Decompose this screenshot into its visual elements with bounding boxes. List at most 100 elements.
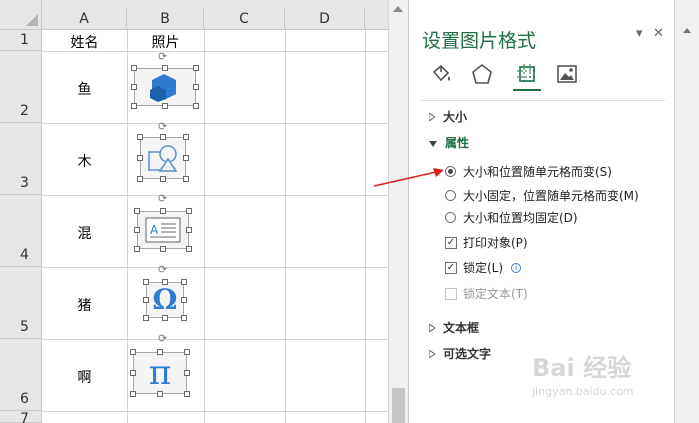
pane-scroll-strip[interactable] (674, 0, 699, 423)
resize-handle[interactable] (162, 279, 168, 285)
resize-handle[interactable] (137, 176, 143, 182)
picture-icon[interactable] (553, 60, 581, 88)
resize-handle[interactable] (193, 84, 199, 90)
section-textbox[interactable]: 文本框 (428, 319, 480, 336)
resize-handle[interactable] (181, 297, 187, 303)
row-header-6[interactable]: 6 (0, 339, 42, 411)
resize-handle[interactable] (157, 349, 163, 355)
pane-options-dropdown-icon[interactable]: ▾ (636, 26, 643, 41)
cell-b1-photo-header[interactable]: 照片 (127, 32, 204, 52)
resize-handle[interactable] (181, 279, 187, 285)
section-size[interactable]: 大小 (428, 108, 467, 125)
rotate-handle-icon[interactable]: ⟳ (158, 193, 167, 204)
cell-a3-name[interactable]: 木 (42, 151, 127, 171)
resize-handle[interactable] (137, 134, 143, 140)
info-icon[interactable]: i (511, 262, 522, 273)
option-print-object[interactable]: ✓ 打印对象(P) (445, 234, 528, 251)
resize-handle[interactable] (134, 246, 140, 252)
resize-handle[interactable] (186, 227, 192, 233)
resize-handle[interactable] (130, 370, 136, 376)
option-move-no-size[interactable]: 大小固定，位置随单元格而变(M) (445, 187, 639, 204)
resize-handle[interactable] (184, 349, 190, 355)
option-no-move[interactable]: 大小和位置均固定(D) (445, 209, 578, 226)
column-header-c[interactable]: C (204, 8, 285, 30)
resize-handle[interactable] (160, 246, 166, 252)
resize-handle[interactable] (181, 315, 187, 321)
resize-handle[interactable] (134, 208, 140, 214)
cell-a2-name[interactable]: 鱼 (42, 79, 127, 99)
resize-handle[interactable] (143, 279, 149, 285)
option-locked[interactable]: ✓ 锁定(L) i (445, 259, 522, 276)
row-header-4[interactable]: 4 (0, 195, 42, 267)
row-header-3[interactable]: 3 (0, 123, 42, 195)
resize-handle[interactable] (160, 208, 166, 214)
checkbox-locked[interactable]: ✓ (445, 261, 457, 274)
resize-handle[interactable] (143, 297, 149, 303)
row-header-1[interactable]: 1 (0, 30, 42, 51)
resize-handle[interactable] (130, 391, 136, 397)
option-locked-label: 锁定(L) (463, 261, 504, 275)
section-properties[interactable]: 属性 (429, 134, 469, 151)
radio-no-move[interactable] (445, 212, 456, 223)
column-header-a[interactable]: A (42, 8, 127, 30)
rotate-handle-icon[interactable]: ⟳ (158, 333, 167, 344)
resize-handle[interactable] (193, 103, 199, 109)
scroll-up-arrow-icon[interactable] (393, 6, 403, 12)
resize-handle[interactable] (183, 176, 189, 182)
resize-handle[interactable] (131, 65, 137, 71)
section-alt-text[interactable]: 可选文字 (428, 345, 491, 362)
expand-triangle-icon (428, 110, 436, 124)
rotate-handle-icon[interactable]: ⟳ (158, 264, 167, 275)
sheet-vertical-scrollbar[interactable] (388, 0, 408, 423)
fill-line-icon[interactable] (427, 60, 455, 88)
resize-handle[interactable] (184, 370, 190, 376)
resize-handle[interactable] (193, 65, 199, 71)
cell-a6-name[interactable]: 啊 (42, 367, 127, 387)
resize-handle[interactable] (157, 391, 163, 397)
resize-handle[interactable] (183, 155, 189, 161)
close-icon[interactable]: ✕ (653, 26, 664, 41)
resize-handle[interactable] (183, 134, 189, 140)
select-all-corner[interactable] (0, 0, 42, 30)
checkbox-print-object[interactable]: ✓ (445, 236, 457, 249)
option-move-and-size[interactable]: 大小和位置随单元格而变(S) (445, 163, 612, 180)
resize-handle[interactable] (131, 103, 137, 109)
picture-omega[interactable]: Ω (146, 282, 184, 318)
option-no-move-label: 大小和位置均固定(D) (463, 211, 578, 225)
resize-handle[interactable] (162, 65, 168, 71)
cell-a4-name[interactable]: 混 (42, 223, 127, 243)
rotate-handle-icon[interactable]: ⟳ (158, 121, 167, 132)
row-header-2[interactable]: 2 (0, 51, 42, 123)
resize-handle[interactable] (186, 246, 192, 252)
radio-move-no-size[interactable] (445, 190, 456, 201)
picture-cubes[interactable] (134, 68, 196, 106)
scrollbar-thumb[interactable] (392, 388, 405, 423)
row-header-5[interactable]: 5 (0, 267, 42, 339)
resize-handle[interactable] (143, 315, 149, 321)
rotate-handle-icon[interactable]: ⟳ (158, 51, 167, 62)
column-header-e[interactable] (365, 8, 388, 30)
scroll-up-arrow-icon[interactable] (683, 28, 691, 33)
resize-handle[interactable] (162, 315, 168, 321)
picture-shapes[interactable] (140, 137, 186, 179)
resize-handle[interactable] (131, 84, 137, 90)
section-textbox-label: 文本框 (443, 321, 480, 335)
effects-pentagon-icon[interactable] (468, 60, 496, 88)
cell-a1-name-header[interactable]: 姓名 (42, 32, 127, 52)
column-header-d[interactable]: D (285, 8, 365, 30)
picture-pi[interactable]: π (133, 352, 187, 394)
resize-handle[interactable] (186, 208, 192, 214)
resize-handle[interactable] (134, 227, 140, 233)
resize-handle[interactable] (162, 103, 168, 109)
resize-handle[interactable] (130, 349, 136, 355)
resize-handle[interactable] (160, 176, 166, 182)
resize-handle[interactable] (184, 391, 190, 397)
resize-handle[interactable] (137, 155, 143, 161)
picture-textbox[interactable]: A (137, 211, 189, 249)
cell-a5-name[interactable]: 猪 (42, 295, 127, 315)
row-header-7[interactable]: 7 (0, 411, 42, 423)
size-properties-icon[interactable] (513, 60, 541, 88)
column-header-b[interactable]: B (127, 8, 204, 30)
gridline (42, 267, 388, 268)
resize-handle[interactable] (160, 134, 166, 140)
